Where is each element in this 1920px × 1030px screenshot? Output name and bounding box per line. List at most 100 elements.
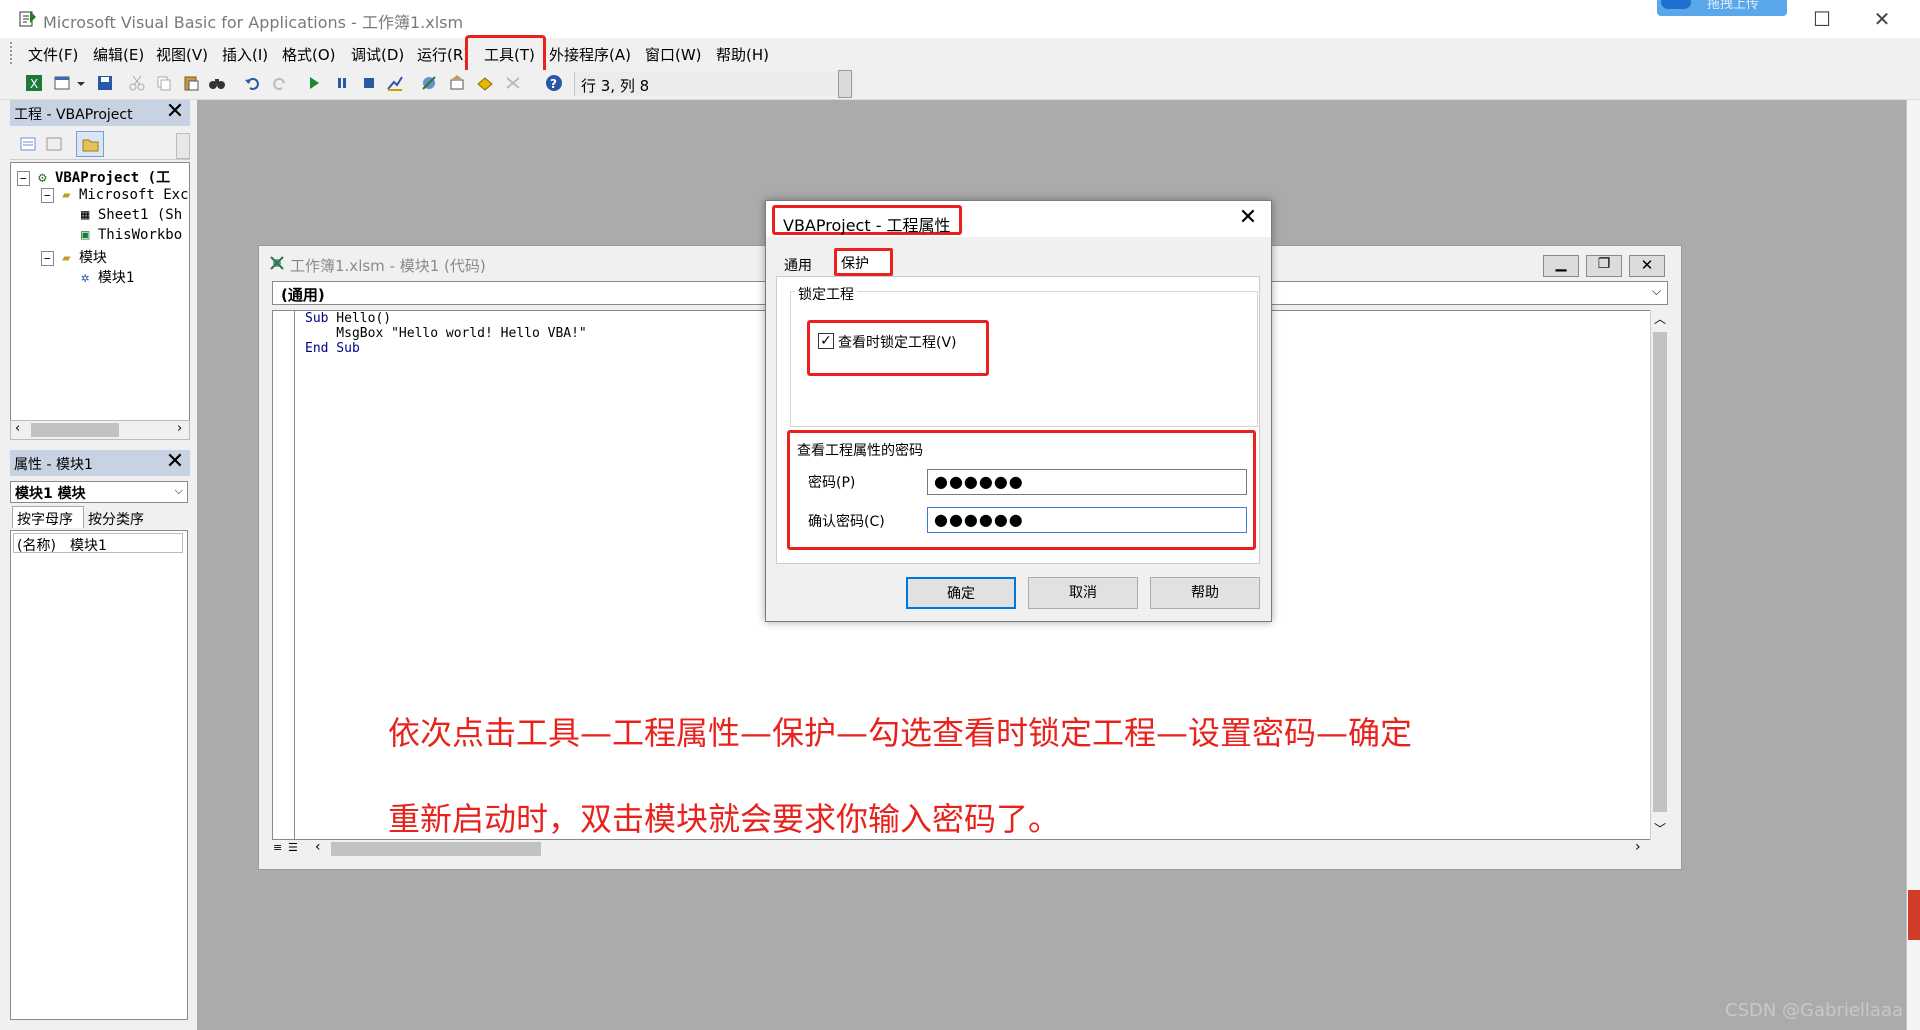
project-pane-close-icon[interactable]: ✕ xyxy=(163,101,187,125)
scroll-right-icon[interactable]: › xyxy=(1635,839,1641,855)
menu-edit[interactable]: 编辑(E) xyxy=(93,44,144,65)
menu-insert[interactable]: 插入(I) xyxy=(222,44,268,65)
code-window-title: 工作簿1.xlsm - 模块1 (代码) xyxy=(290,257,486,275)
lock-project-checkbox[interactable]: ✓ xyxy=(818,333,834,349)
scroll-down-icon[interactable]: ﹀ xyxy=(1654,820,1666,837)
scroll-up-icon[interactable]: ︿ xyxy=(1654,310,1666,327)
property-value[interactable]: 模块1 xyxy=(70,535,107,555)
folder-icon: ▰ xyxy=(62,187,71,203)
toggle-folders-button[interactable] xyxy=(76,131,104,157)
vbaproject-icon: ⚙ xyxy=(38,170,47,186)
tree-item-vbaproject[interactable]: − ⚙ VBAProject (工 xyxy=(17,167,170,187)
tab-categorized[interactable]: 按分类序 xyxy=(84,508,160,528)
module-icon: ✲ xyxy=(81,270,90,286)
ok-button[interactable]: 确定 xyxy=(906,577,1016,609)
save-icon[interactable] xyxy=(96,74,114,92)
chevron-down-icon: ⌵ xyxy=(174,484,183,497)
properties-window-icon[interactable] xyxy=(448,74,466,92)
code-hscroll[interactable]: ‹ › xyxy=(295,839,1652,858)
menu-format[interactable]: 格式(O) xyxy=(282,44,336,65)
tree-label: VBAProject (工 xyxy=(54,170,171,186)
find-icon[interactable] xyxy=(208,74,226,92)
property-name: (名称) xyxy=(17,538,56,554)
menu-file[interactable]: 文件(F) xyxy=(28,44,78,65)
pause-icon[interactable] xyxy=(333,74,351,92)
check-icon: ✓ xyxy=(820,333,832,349)
object-combo[interactable]: (通用) xyxy=(272,281,772,305)
menu-help[interactable]: 帮助(H) xyxy=(716,44,769,65)
tab-protection[interactable]: 保护 xyxy=(834,248,893,276)
scroll-left-icon[interactable]: ‹ xyxy=(15,421,20,436)
annotation-line-2: 重新启动时，双击模块就会要求你输入密码了。 xyxy=(388,800,1061,838)
scroll-thumb[interactable] xyxy=(31,423,119,437)
project-tree-hscroll[interactable]: ‹ › xyxy=(10,420,190,440)
tree-label: 模块1 xyxy=(97,270,135,286)
procedure-view-icon[interactable]: ≡ xyxy=(273,842,285,856)
menu-run[interactable]: 运行(R) xyxy=(417,44,467,65)
minimize-icon[interactable]: ▁ xyxy=(1543,255,1579,277)
pane-toolbar-overflow[interactable] xyxy=(176,133,190,159)
project-explorer-icon[interactable] xyxy=(420,74,438,92)
tree-item-excel-objects[interactable]: − ▰ Microsoft Exc xyxy=(41,187,189,203)
procedure-combo[interactable]: ⌵ xyxy=(1268,281,1668,305)
scroll-thumb[interactable] xyxy=(331,842,541,856)
property-row[interactable]: (名称) 模块1 xyxy=(13,533,183,555)
svg-text:X: X xyxy=(30,77,38,91)
menu-debug[interactable]: 调试(D) xyxy=(351,44,404,65)
menu-addins[interactable]: 外接程序(A) xyxy=(549,44,631,65)
full-module-view-icon[interactable]: ☰ xyxy=(288,842,300,856)
object-browser-icon[interactable] xyxy=(476,74,494,92)
undo-icon[interactable] xyxy=(244,74,262,92)
scroll-left-icon[interactable]: ‹ xyxy=(315,839,321,855)
menu-window[interactable]: 窗口(W) xyxy=(645,44,702,65)
redo-icon[interactable] xyxy=(270,74,288,92)
confirm-password-input[interactable]: ●●●●●● xyxy=(927,507,1247,533)
design-mode-icon[interactable] xyxy=(386,74,404,92)
window-title: Microsoft Visual Basic for Applications … xyxy=(43,13,464,32)
tab-alphabetic[interactable]: 按字母序 xyxy=(12,506,84,528)
restore-icon[interactable]: ❐ xyxy=(1586,255,1622,277)
code-text: MsgBox "Hello world! Hello VBA!" xyxy=(305,326,587,341)
tree-item-module1[interactable]: ✲ 模块1 xyxy=(81,267,134,287)
run-icon[interactable] xyxy=(305,74,323,92)
help-icon[interactable]: ? xyxy=(545,74,563,92)
stop-icon[interactable] xyxy=(360,74,378,92)
workbook-icon: ▣ xyxy=(81,227,90,243)
password-label: 密码(P) xyxy=(808,475,856,491)
menu-tools[interactable]: 工具(T) xyxy=(484,44,535,65)
dialog-close-icon[interactable]: ✕ xyxy=(1234,206,1262,232)
help-button[interactable]: 帮助 xyxy=(1150,577,1260,609)
toolbar-options[interactable] xyxy=(838,70,852,98)
scroll-right-icon[interactable]: › xyxy=(177,421,182,436)
maximize-icon[interactable]: ☐ xyxy=(1802,6,1842,32)
toolbox-icon[interactable] xyxy=(504,74,522,92)
code-line: End Sub xyxy=(305,341,360,356)
margin-indicator-bar[interactable] xyxy=(273,311,295,839)
code-vscroll[interactable]: ︿ ﹀ xyxy=(1650,310,1668,840)
menu-view[interactable]: 视图(V) xyxy=(156,44,208,65)
close-icon[interactable]: ✕ xyxy=(1862,6,1902,32)
module-icon xyxy=(268,254,286,272)
excel-icon[interactable]: X xyxy=(25,74,43,92)
upload-badge[interactable]: 拖拽上传 xyxy=(1657,0,1787,16)
dropdown-arrow-icon[interactable] xyxy=(75,74,87,92)
paste-icon[interactable] xyxy=(182,74,200,92)
properties-object-combo[interactable]: 模块1 模块 ⌵ xyxy=(10,481,188,503)
code-close-icon[interactable]: ✕ xyxy=(1629,255,1665,277)
cloud-icon xyxy=(1661,0,1691,9)
password-input[interactable]: ●●●●●● xyxy=(927,469,1247,495)
scroll-thumb[interactable] xyxy=(1653,332,1667,812)
properties-pane-close-icon[interactable]: ✕ xyxy=(163,451,187,475)
tree-label: Microsoft Exc xyxy=(78,187,189,203)
tab-general[interactable]: 通用 xyxy=(776,253,820,277)
tree-item-sheet1[interactable]: ▦ Sheet1 (Sh xyxy=(81,207,182,223)
lock-project-label[interactable]: 查看时锁定工程(V) xyxy=(838,332,957,352)
tree-item-thisworkbook[interactable]: ▣ ThisWorkbo xyxy=(81,227,182,243)
tree-item-modules[interactable]: − ▰ 模块 xyxy=(41,247,107,267)
cancel-button[interactable]: 取消 xyxy=(1028,577,1138,609)
view-code-icon[interactable] xyxy=(18,134,38,154)
copy-icon[interactable] xyxy=(155,74,173,92)
view-object-icon[interactable] xyxy=(44,134,64,154)
cut-icon[interactable] xyxy=(128,74,146,92)
insert-userform-icon[interactable] xyxy=(53,74,71,92)
